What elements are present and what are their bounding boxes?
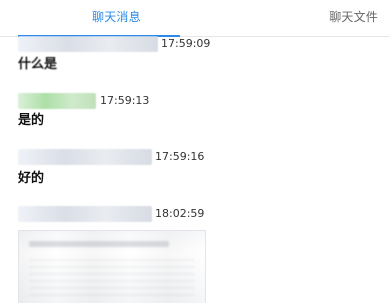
message-text: 好的 (18, 171, 45, 186)
message-time: 18:02:59 (155, 207, 205, 220)
tab-chat-messages[interactable]: 聊天消息 (92, 9, 141, 25)
message-meta: 17:59:16 (18, 149, 378, 165)
sender-name-redacted (18, 149, 152, 165)
tab-bar: 聊天消息 聊天文件 (0, 0, 390, 37)
message-list[interactable]: 17:59:09 什么是 17:59:13 是的 17:59:16 好的 18:… (0, 36, 390, 303)
sender-name-redacted (18, 36, 158, 52)
message-time: 17:59:13 (100, 94, 150, 107)
message-meta: 17:59:09 (18, 36, 378, 52)
image-attachment-preview[interactable] (18, 230, 206, 303)
sender-name-redacted (18, 206, 152, 222)
message-meta: 17:59:13 (18, 93, 378, 109)
message-meta: 18:02:59 (18, 206, 378, 222)
message-text: 是的 (18, 113, 45, 128)
sender-name-redacted (18, 93, 96, 109)
message-text: 什么是 (18, 57, 58, 72)
message-time: 17:59:09 (161, 37, 211, 50)
message-time: 17:59:16 (155, 150, 205, 163)
tab-chat-files[interactable]: 聊天文件 (329, 9, 378, 25)
chat-history-window: 聊天消息 聊天文件 17:59:09 什么是 17:59:13 是的 17:59… (0, 0, 390, 303)
